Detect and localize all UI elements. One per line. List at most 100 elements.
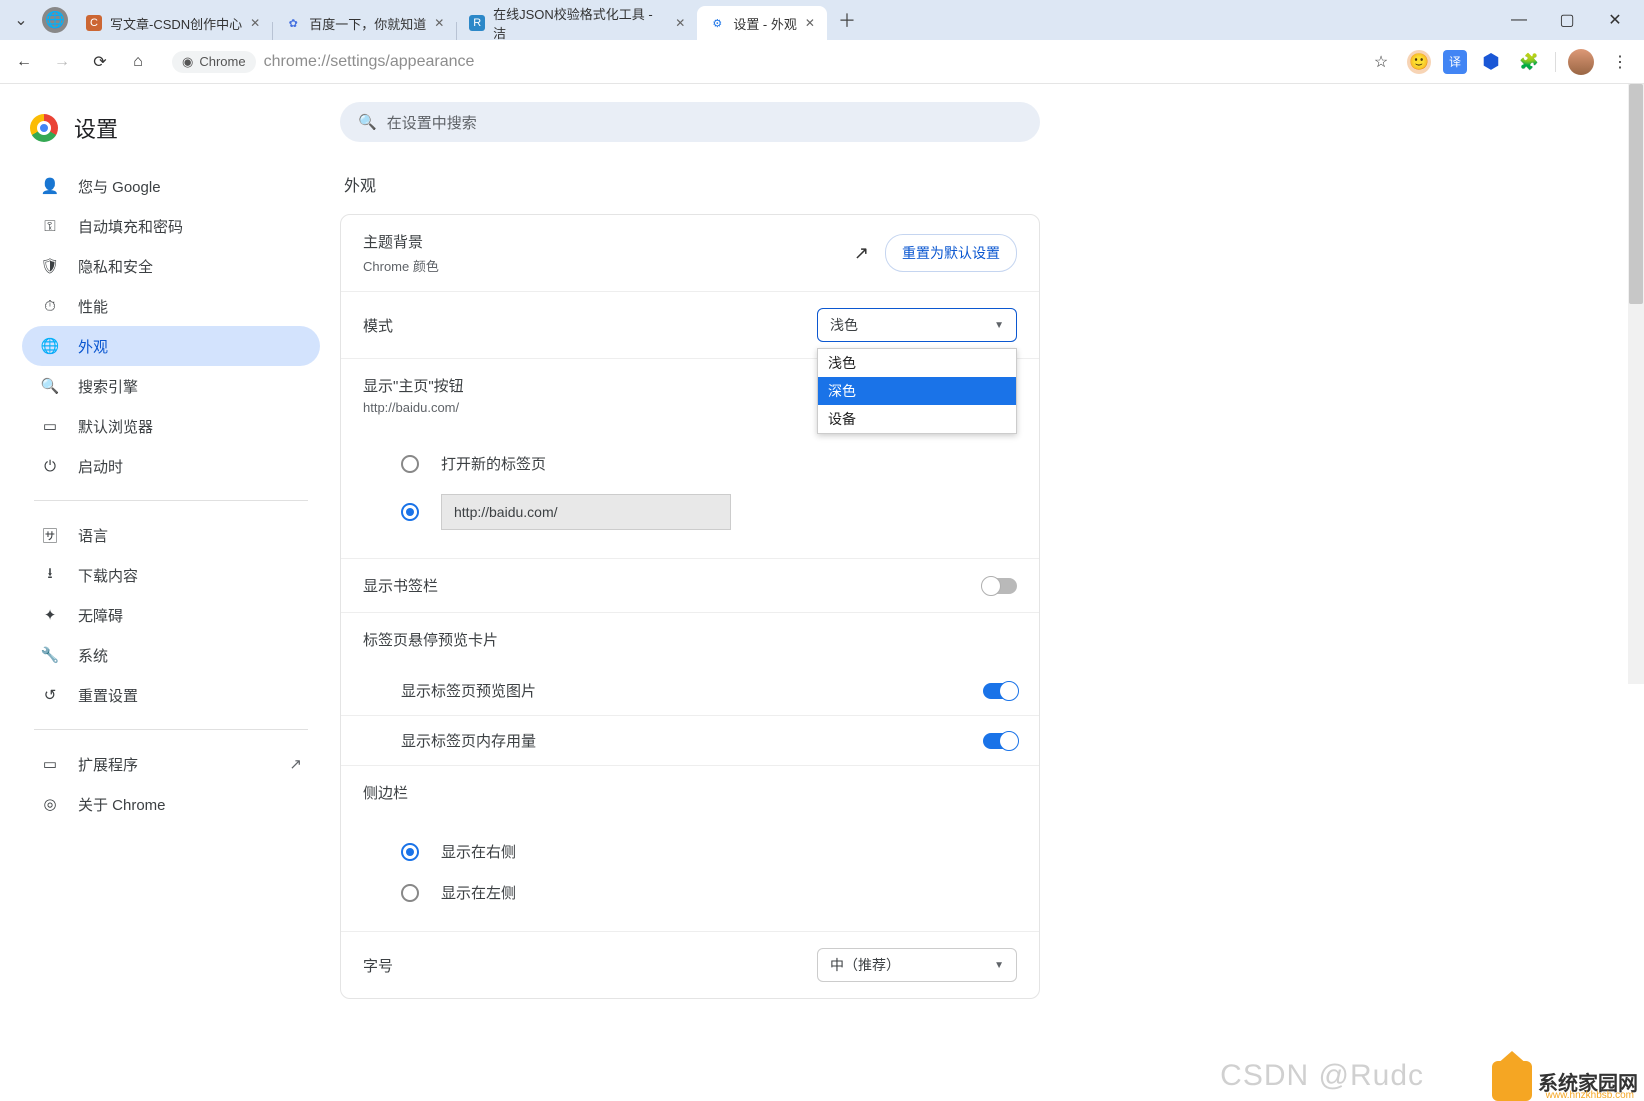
page-scrollbar[interactable] <box>1628 84 1644 684</box>
mode-row: 模式 浅色 ▼ 浅色 深色 设备 <box>341 292 1039 359</box>
radio-sidepanel-right[interactable] <box>401 843 419 861</box>
favicon-icon: ✿ <box>285 15 301 31</box>
tab-settings[interactable]: ⚙ 设置 - 外观 ✕ <box>697 6 827 40</box>
shield-extension-icon[interactable]: ⬢ <box>1479 50 1503 74</box>
sidebar-item-label: 关于 Chrome <box>78 794 166 815</box>
home-button-sublabel: http://baidu.com/ <box>363 400 464 415</box>
sidebar-item-label: 下载内容 <box>78 565 138 586</box>
sidebar-item-system[interactable]: 🔧系统 <box>22 635 320 675</box>
sidebar-item-privacy[interactable]: 🛡隐私和安全 <box>22 246 320 286</box>
close-window-button[interactable]: ✕ <box>1592 4 1638 36</box>
close-icon[interactable]: ✕ <box>250 16 260 30</box>
url-text: chrome://settings/appearance <box>264 53 475 71</box>
sidebar-item-label: 自动填充和密码 <box>78 216 183 237</box>
key-icon: ⚿ <box>40 218 60 235</box>
close-icon[interactable]: ✕ <box>675 16 685 30</box>
bookmarks-bar-toggle[interactable] <box>983 578 1017 594</box>
home-button-label: 显示"主页"按钮 <box>363 375 464 396</box>
fontsize-dropdown[interactable]: 中（推荐） ▼ <box>817 948 1017 982</box>
site-chip[interactable]: ◉ Chrome <box>172 51 256 73</box>
fontsize-label: 字号 <box>363 955 393 976</box>
tab-title: 设置 - 外观 <box>733 14 797 33</box>
sidebar-item-appearance[interactable]: 🌐外观 <box>22 326 320 366</box>
sidebar-item-about[interactable]: ◎关于 Chrome <box>22 784 320 824</box>
reload-icon[interactable]: ⟳ <box>86 48 114 76</box>
radio-newtab-label: 打开新的标签页 <box>441 453 546 474</box>
home-icon[interactable]: ⌂ <box>124 48 152 76</box>
sidebar-separator <box>34 729 308 730</box>
radio-custom-url[interactable] <box>401 503 419 521</box>
new-tab-button[interactable]: ＋ <box>833 6 861 34</box>
mode-dropdown-menu: 浅色 深色 设备 <box>817 348 1017 434</box>
tab-title: 写文章-CSDN创作中心 <box>110 14 242 33</box>
theme-row[interactable]: 主题背景 Chrome 颜色 ↗ 重置为默认设置 <box>341 215 1039 292</box>
sidebar-item-label: 无障碍 <box>78 605 123 626</box>
settings-sidebar: 设置 👤您与 Google ⚿ 自动填充和密码 🛡隐私和安全 ⏱性能 🌐外观 🔍搜… <box>0 84 340 1101</box>
sidebar-item-reset[interactable]: ↺重置设置 <box>22 675 320 715</box>
house-icon <box>1492 1061 1532 1101</box>
tab-search-toggle[interactable]: ⌄ <box>6 5 36 35</box>
settings-main: 🔍 在设置中搜索 外观 主题背景 Chrome 颜色 ↗ 重置为默认设置 模式 <box>340 84 1644 1101</box>
settings-page: 设置 👤您与 Google ⚿ 自动填充和密码 🛡隐私和安全 ⏱性能 🌐外观 🔍搜… <box>0 84 1644 1101</box>
sidebar-item-label: 您与 Google <box>78 176 161 197</box>
close-icon[interactable]: ✕ <box>434 16 444 30</box>
sidebar-item-search[interactable]: 🔍搜索引擎 <box>22 366 320 406</box>
profile-avatar[interactable] <box>1568 49 1594 75</box>
browser-logo-icon[interactable]: 🌐 <box>42 7 68 33</box>
radio-newtab[interactable] <box>401 455 419 473</box>
tab-json[interactable]: R 在线JSON校验格式化工具 - 洁 ✕ <box>457 6 697 40</box>
maximize-button[interactable]: ▢ <box>1544 4 1590 36</box>
omnibox[interactable]: ◉ Chrome chrome://settings/appearance <box>162 46 1357 78</box>
mode-dropdown[interactable]: 浅色 ▼ <box>817 308 1017 342</box>
fontsize-value: 中（推荐） <box>830 955 900 975</box>
hover-image-label: 显示标签页预览图片 <box>401 680 536 701</box>
mode-option-light[interactable]: 浅色 <box>818 349 1016 377</box>
sidebar-item-default-browser[interactable]: ▭默认浏览器 <box>22 406 320 446</box>
sidebar-item-label: 隐私和安全 <box>78 256 153 277</box>
sidebar-item-performance[interactable]: ⏱性能 <box>22 286 320 326</box>
close-icon[interactable]: ✕ <box>805 16 815 30</box>
fontsize-row: 字号 中（推荐） ▼ <box>341 932 1039 998</box>
sidebar-item-label: 性能 <box>78 296 108 317</box>
radio-sidepanel-left[interactable] <box>401 884 419 902</box>
chrome-logo-icon: ◉ <box>182 54 193 70</box>
sidebar-item-downloads[interactable]: ⭳下载内容 <box>22 555 320 595</box>
sidebar-item-on-startup[interactable]: ⏻启动时 <box>22 446 320 486</box>
tab-csdn[interactable]: C 写文章-CSDN创作中心 ✕ <box>74 6 272 40</box>
sidebar-item-accessibility[interactable]: ✦ 无障碍 <box>22 595 320 635</box>
mode-option-dark[interactable]: 深色 <box>818 377 1016 405</box>
hover-memory-toggle[interactable] <box>983 733 1017 749</box>
extension-icon[interactable]: 🙂 <box>1407 50 1431 74</box>
sidebar-item-label: 扩展程序 <box>78 754 138 775</box>
accessibility-icon: ✦ <box>40 606 60 624</box>
hover-image-toggle[interactable] <box>983 683 1017 699</box>
csdn-watermark: CSDN @Rudc <box>1220 1059 1424 1093</box>
sidebar-item-extensions[interactable]: ▭扩展程序↗ <box>22 744 320 784</box>
bookmark-star-icon[interactable]: ☆ <box>1367 48 1395 76</box>
back-icon[interactable]: ← <box>10 48 38 76</box>
sidebar-separator <box>34 500 308 501</box>
sidebar-item-you-and-google[interactable]: 👤您与 Google <box>22 166 320 206</box>
address-bar: ← → ⟳ ⌂ ◉ Chrome chrome://settings/appea… <box>0 40 1644 84</box>
hover-memory-row: 显示标签页内存用量 <box>341 716 1039 766</box>
chevron-down-icon: ▼ <box>994 960 1004 971</box>
minimize-button[interactable]: ― <box>1496 4 1542 36</box>
reset-theme-button[interactable]: 重置为默认设置 <box>885 234 1017 272</box>
brand-watermark-url: www.hnzkhbsb.com <box>1546 1090 1634 1101</box>
language-icon: 🈂 <box>40 525 60 546</box>
sidebar-item-autofill[interactable]: ⚿ 自动填充和密码 <box>22 206 320 246</box>
menu-dots-icon[interactable]: ⋮ <box>1606 48 1634 76</box>
tab-baidu[interactable]: ✿ 百度一下，你就知道 ✕ <box>273 6 456 40</box>
extensions-puzzle-icon[interactable]: 🧩 <box>1515 48 1543 76</box>
sidebar-item-languages[interactable]: 🈂语言 <box>22 515 320 555</box>
sidepanel-row: 侧边栏 <box>341 766 1039 819</box>
scrollbar-thumb[interactable] <box>1629 84 1643 304</box>
sidepanel-options: 显示在右侧 显示在左侧 <box>341 819 1039 932</box>
hover-image-row: 显示标签页预览图片 <box>341 666 1039 716</box>
mode-option-device[interactable]: 设备 <box>818 405 1016 433</box>
translate-extension-icon[interactable]: 译 <box>1443 50 1467 74</box>
homepage-url-input[interactable] <box>441 494 731 530</box>
page-title: 设置 <box>74 112 118 144</box>
settings-search-input[interactable]: 🔍 在设置中搜索 <box>340 102 1040 142</box>
open-external-icon[interactable]: ↗ <box>854 243 869 264</box>
